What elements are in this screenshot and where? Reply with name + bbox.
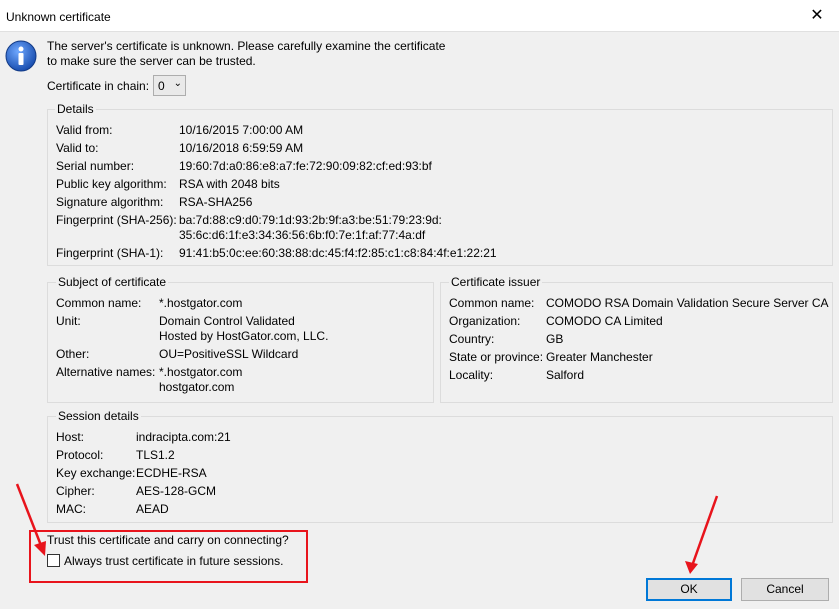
cancel-button[interactable]: Cancel bbox=[741, 578, 829, 601]
annotation-arrowhead-ok bbox=[685, 561, 698, 574]
issuer-locality-label: Locality: bbox=[449, 368, 494, 382]
subject-unit-label: Unit: bbox=[56, 314, 81, 328]
subject-alt-value-line1: *.hostgator.com bbox=[159, 365, 243, 379]
subject-cn-value: *.hostgator.com bbox=[159, 296, 243, 310]
chain-select[interactable]: 0 ⌄ bbox=[153, 75, 186, 96]
issuer-state-value: Greater Manchester bbox=[546, 350, 653, 364]
annotation-highlight-box bbox=[29, 530, 308, 583]
sigalg-value: RSA-SHA256 bbox=[179, 195, 253, 209]
host-value: indracipta.com:21 bbox=[136, 430, 231, 444]
info-icon bbox=[5, 40, 37, 72]
chevron-down-icon: ⌄ bbox=[173, 78, 182, 89]
host-label: Host: bbox=[56, 430, 85, 444]
issuer-country-label: Country: bbox=[449, 332, 495, 346]
issuer-title: Certificate issuer bbox=[449, 275, 543, 289]
valid-to-value: 10/16/2018 6:59:59 AM bbox=[179, 141, 304, 155]
issuer-org-value: COMODO CA Limited bbox=[546, 314, 663, 328]
chain-label: Certificate in chain: bbox=[47, 79, 150, 93]
fp1-label: Fingerprint (SHA-1): bbox=[56, 246, 164, 260]
valid-from-label: Valid from: bbox=[56, 123, 113, 137]
kex-value: ECDHE-RSA bbox=[136, 466, 207, 480]
chain-select-value: 0 bbox=[158, 79, 165, 93]
pubkey-value: RSA with 2048 bits bbox=[179, 177, 280, 191]
session-title: Session details bbox=[56, 409, 141, 423]
subject-other-value: OU=PositiveSSL Wildcard bbox=[159, 347, 299, 361]
subject-unit-value-line1: Domain Control Validated bbox=[159, 314, 295, 328]
title-bar: Unknown certificate ✕ bbox=[0, 0, 839, 32]
valid-from-value: 10/16/2015 7:00:00 AM bbox=[179, 123, 304, 137]
issuer-org-label: Organization: bbox=[449, 314, 521, 328]
warning-message: The server's certificate is unknown. Ple… bbox=[47, 39, 445, 69]
subject-cn-label: Common name: bbox=[56, 296, 142, 310]
issuer-cn-value: COMODO RSA Domain Validation Secure Serv… bbox=[546, 296, 829, 310]
protocol-value: TLS1.2 bbox=[136, 448, 175, 462]
subject-title: Subject of certificate bbox=[56, 275, 169, 289]
sigalg-label: Signature algorithm: bbox=[56, 195, 164, 209]
cipher-label: Cipher: bbox=[56, 484, 95, 498]
details-title: Details bbox=[55, 102, 96, 116]
issuer-country-value: GB bbox=[546, 332, 564, 346]
valid-to-label: Valid to: bbox=[56, 141, 99, 155]
mac-value: AEAD bbox=[136, 502, 169, 516]
mac-label: MAC: bbox=[56, 502, 86, 516]
fp256-value-line1: ba:7d:88:c9:d0:79:1d:93:2b:9f:a3:be:51:7… bbox=[179, 213, 442, 227]
fp256-label: Fingerprint (SHA-256): bbox=[56, 213, 177, 227]
fp256-value-line2: 35:6c:d6:1f:e3:34:36:56:6b:f0:7e:1f:af:7… bbox=[179, 228, 426, 242]
subject-other-label: Other: bbox=[56, 347, 90, 361]
serial-value: 19:60:7d:a0:86:e8:a7:fe:72:90:09:82:cf:e… bbox=[179, 159, 432, 173]
message-line-2: to make sure the server can be trusted. bbox=[47, 54, 256, 68]
window-title: Unknown certificate bbox=[6, 10, 111, 24]
kex-label: Key exchange: bbox=[56, 466, 136, 480]
subject-alt-value-line2: hostgator.com bbox=[159, 380, 235, 394]
close-button[interactable]: ✕ bbox=[803, 4, 831, 28]
issuer-cn-label: Common name: bbox=[449, 296, 535, 310]
issuer-state-label: State or province: bbox=[449, 350, 544, 364]
cipher-value: AES-128-GCM bbox=[136, 484, 217, 498]
ok-button[interactable]: OK bbox=[646, 578, 732, 601]
protocol-label: Protocol: bbox=[56, 448, 104, 462]
issuer-locality-value: Salford bbox=[546, 368, 585, 382]
subject-unit-value-line2: Hosted by HostGator.com, LLC. bbox=[159, 329, 329, 343]
fp1-value: 91:41:b5:0c:ee:60:38:88:dc:45:f4:f2:85:c… bbox=[179, 246, 497, 260]
message-line-1: The server's certificate is unknown. Ple… bbox=[47, 39, 446, 53]
serial-label: Serial number: bbox=[56, 159, 135, 173]
pubkey-label: Public key algorithm: bbox=[56, 177, 167, 191]
subject-alt-label: Alternative names: bbox=[56, 365, 156, 379]
